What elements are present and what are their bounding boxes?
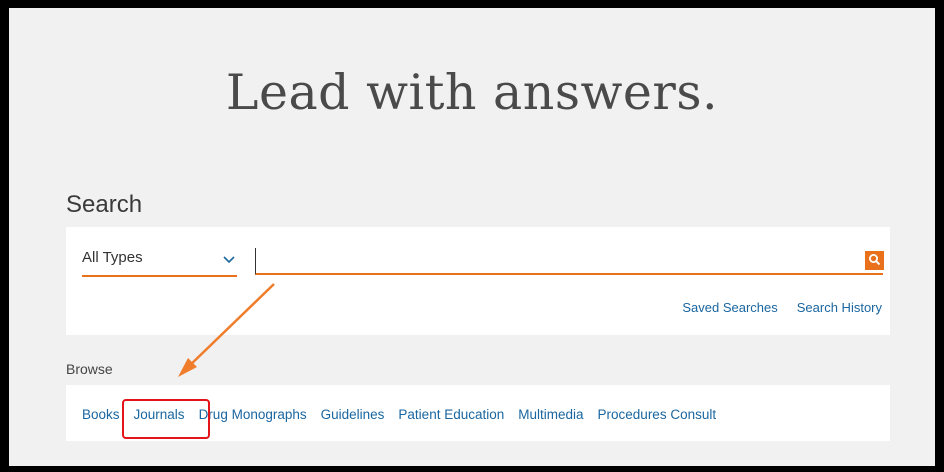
browse-label: Browse (66, 361, 113, 377)
browse-link-journals[interactable]: Journals (134, 407, 185, 422)
hero-title: Lead with answers. (225, 64, 719, 121)
search-label: Search (66, 191, 143, 218)
search-icon (868, 253, 881, 269)
browse-bar: Books Journals Drug Monographs Guidelines Pa… (66, 385, 890, 441)
browse-link-procedures-consult[interactable]: Procedures Consult (598, 407, 717, 422)
type-select[interactable]: All Types (82, 249, 237, 277)
browse-links: Books Journals Drug Monographs Guidelines Pa… (82, 407, 730, 422)
browse-link-drug-monographs[interactable]: Drug Monographs (199, 407, 307, 422)
saved-searches-link[interactable]: Saved Searches (682, 300, 777, 315)
browse-link-books[interactable]: Books (82, 407, 120, 422)
browse-link-multimedia[interactable]: Multimedia (518, 407, 583, 422)
chevron-down-icon (223, 251, 235, 269)
search-panel: All Types Saved Searches Search History (66, 227, 890, 335)
search-history-link[interactable]: Search History (797, 300, 882, 315)
browse-link-patient-education[interactable]: Patient Education (398, 407, 504, 422)
type-select-value: All Types (82, 249, 143, 266)
search-input[interactable] (255, 248, 883, 275)
page-frame: Lead with answers. Search All Types Save… (0, 0, 944, 472)
search-button[interactable] (865, 251, 884, 270)
search-links: Saved Searches Search History (663, 300, 882, 315)
browse-link-guidelines[interactable]: Guidelines (321, 407, 385, 422)
